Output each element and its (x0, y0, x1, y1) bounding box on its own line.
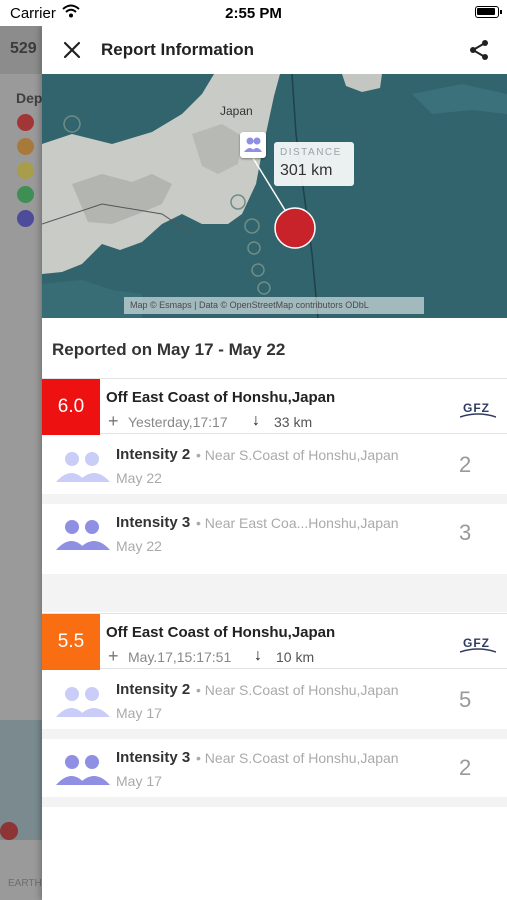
report-count: 2 (459, 452, 472, 477)
magnitude-badge: 5.5 (42, 614, 100, 670)
map-attribution[interactable]: Map © Esmaps | Data © OpenStreetMap cont… (124, 297, 424, 314)
report-count: 3 (459, 520, 472, 545)
legend-dot (17, 186, 34, 203)
intensity-report-row[interactable]: Intensity 2 • Near S.Coast of Honshu,Jap… (42, 436, 507, 494)
sheet-header: Report Information (42, 26, 507, 74)
arrow-down-icon: ↓ (254, 647, 262, 664)
report-intensity: Intensity 2 (116, 446, 191, 463)
quake-row[interactable]: 6.0 Off East Coast of Honshu,Japan + Yes… (42, 378, 507, 435)
background-legend-title: Dep (16, 90, 42, 106)
magnitude-badge: 6.0 (42, 379, 100, 435)
intensity-report-row[interactable]: Intensity 2 • Near S.Coast of Honshu,Jap… (42, 671, 507, 729)
quake-time: May.17,15:17:51 (128, 649, 232, 665)
gfz-swoosh-icon (460, 413, 496, 418)
background-header: 529 (0, 26, 42, 74)
share-icon[interactable] (467, 38, 491, 62)
quake-depth: 10 km (276, 649, 315, 665)
intensity-report-row[interactable]: Intensity 3 • Near S.Coast of Honshu,Jap… (42, 739, 507, 797)
gfz-swoosh-icon (460, 648, 496, 653)
report-sheet: Report Information Japan DISTANCE 301 km… (42, 26, 507, 900)
map-place-label: Japan (220, 104, 253, 118)
report-date: May 17 (116, 705, 162, 721)
report-intensity: Intensity 2 (116, 681, 191, 698)
legend-dot (17, 162, 34, 179)
user-location-icon (244, 137, 262, 152)
quake-time: Yesterday,17:17 (128, 414, 228, 430)
report-count: 2 (459, 755, 472, 780)
epicenter-map[interactable]: Japan DISTANCE 301 km Map © Esmaps | Dat… (42, 74, 507, 318)
background-footer: EARTH (8, 878, 42, 889)
quake-place: Off East Coast of Honshu,Japan (106, 624, 336, 641)
report-intensity: Intensity 3 (116, 749, 191, 766)
intensity-report-row[interactable]: Intensity 3 • Near East Coa...Honshu,Jap… (42, 504, 507, 562)
people-icon (56, 755, 110, 785)
legend-dot (17, 114, 34, 131)
gfz-logo: GFZ (460, 636, 496, 654)
report-date: May 22 (116, 538, 162, 554)
status-bar: Carrier 2:55 PM (0, 0, 507, 26)
close-icon[interactable] (62, 40, 82, 60)
report-date: May 17 (116, 773, 162, 789)
quake-depth: 33 km (274, 414, 313, 430)
battery-icon (475, 6, 502, 18)
status-time: 2:55 PM (225, 5, 282, 22)
report-intensity: Intensity 3 (116, 514, 191, 531)
legend-dot (17, 210, 34, 227)
report-location: • Near S.Coast of Honshu,Japan (196, 447, 399, 463)
plus-icon: + (108, 411, 119, 431)
row-divider (42, 729, 507, 739)
report-location: • Near S.Coast of Honshu,Japan (196, 750, 399, 766)
reported-heading: Reported on May 17 - May 22 (52, 340, 286, 359)
report-location: • Near East Coa...Honshu,Japan (196, 515, 399, 531)
distance-callout: DISTANCE 301 km (274, 142, 354, 186)
report-location: • Near S.Coast of Honshu,Japan (196, 682, 399, 698)
row-divider (42, 494, 507, 504)
quake-row[interactable]: 5.5 Off East Coast of Honshu,Japan + May… (42, 613, 507, 670)
legend-dot (17, 138, 34, 155)
arrow-down-icon: ↓ (252, 412, 260, 429)
people-icon (56, 687, 110, 717)
distance-label: DISTANCE (280, 147, 342, 158)
report-date: May 22 (116, 470, 162, 486)
section-gap (42, 574, 507, 612)
plus-icon: + (108, 646, 119, 666)
distance-value: 301 km (280, 162, 333, 179)
user-location-pin[interactable] (240, 132, 266, 158)
page-title: Report Information (101, 40, 254, 59)
background-count: 529 (10, 40, 37, 57)
report-count: 5 (459, 687, 472, 712)
people-icon (56, 520, 110, 550)
background-marker (0, 822, 18, 840)
background-app[interactable]: 529 Dep EARTH (0, 26, 42, 900)
people-icon (56, 452, 110, 482)
quake-place: Off East Coast of Honshu,Japan (106, 389, 336, 406)
map-terrain (42, 74, 507, 318)
gfz-logo: GFZ (460, 401, 496, 419)
section-gap (42, 797, 507, 807)
